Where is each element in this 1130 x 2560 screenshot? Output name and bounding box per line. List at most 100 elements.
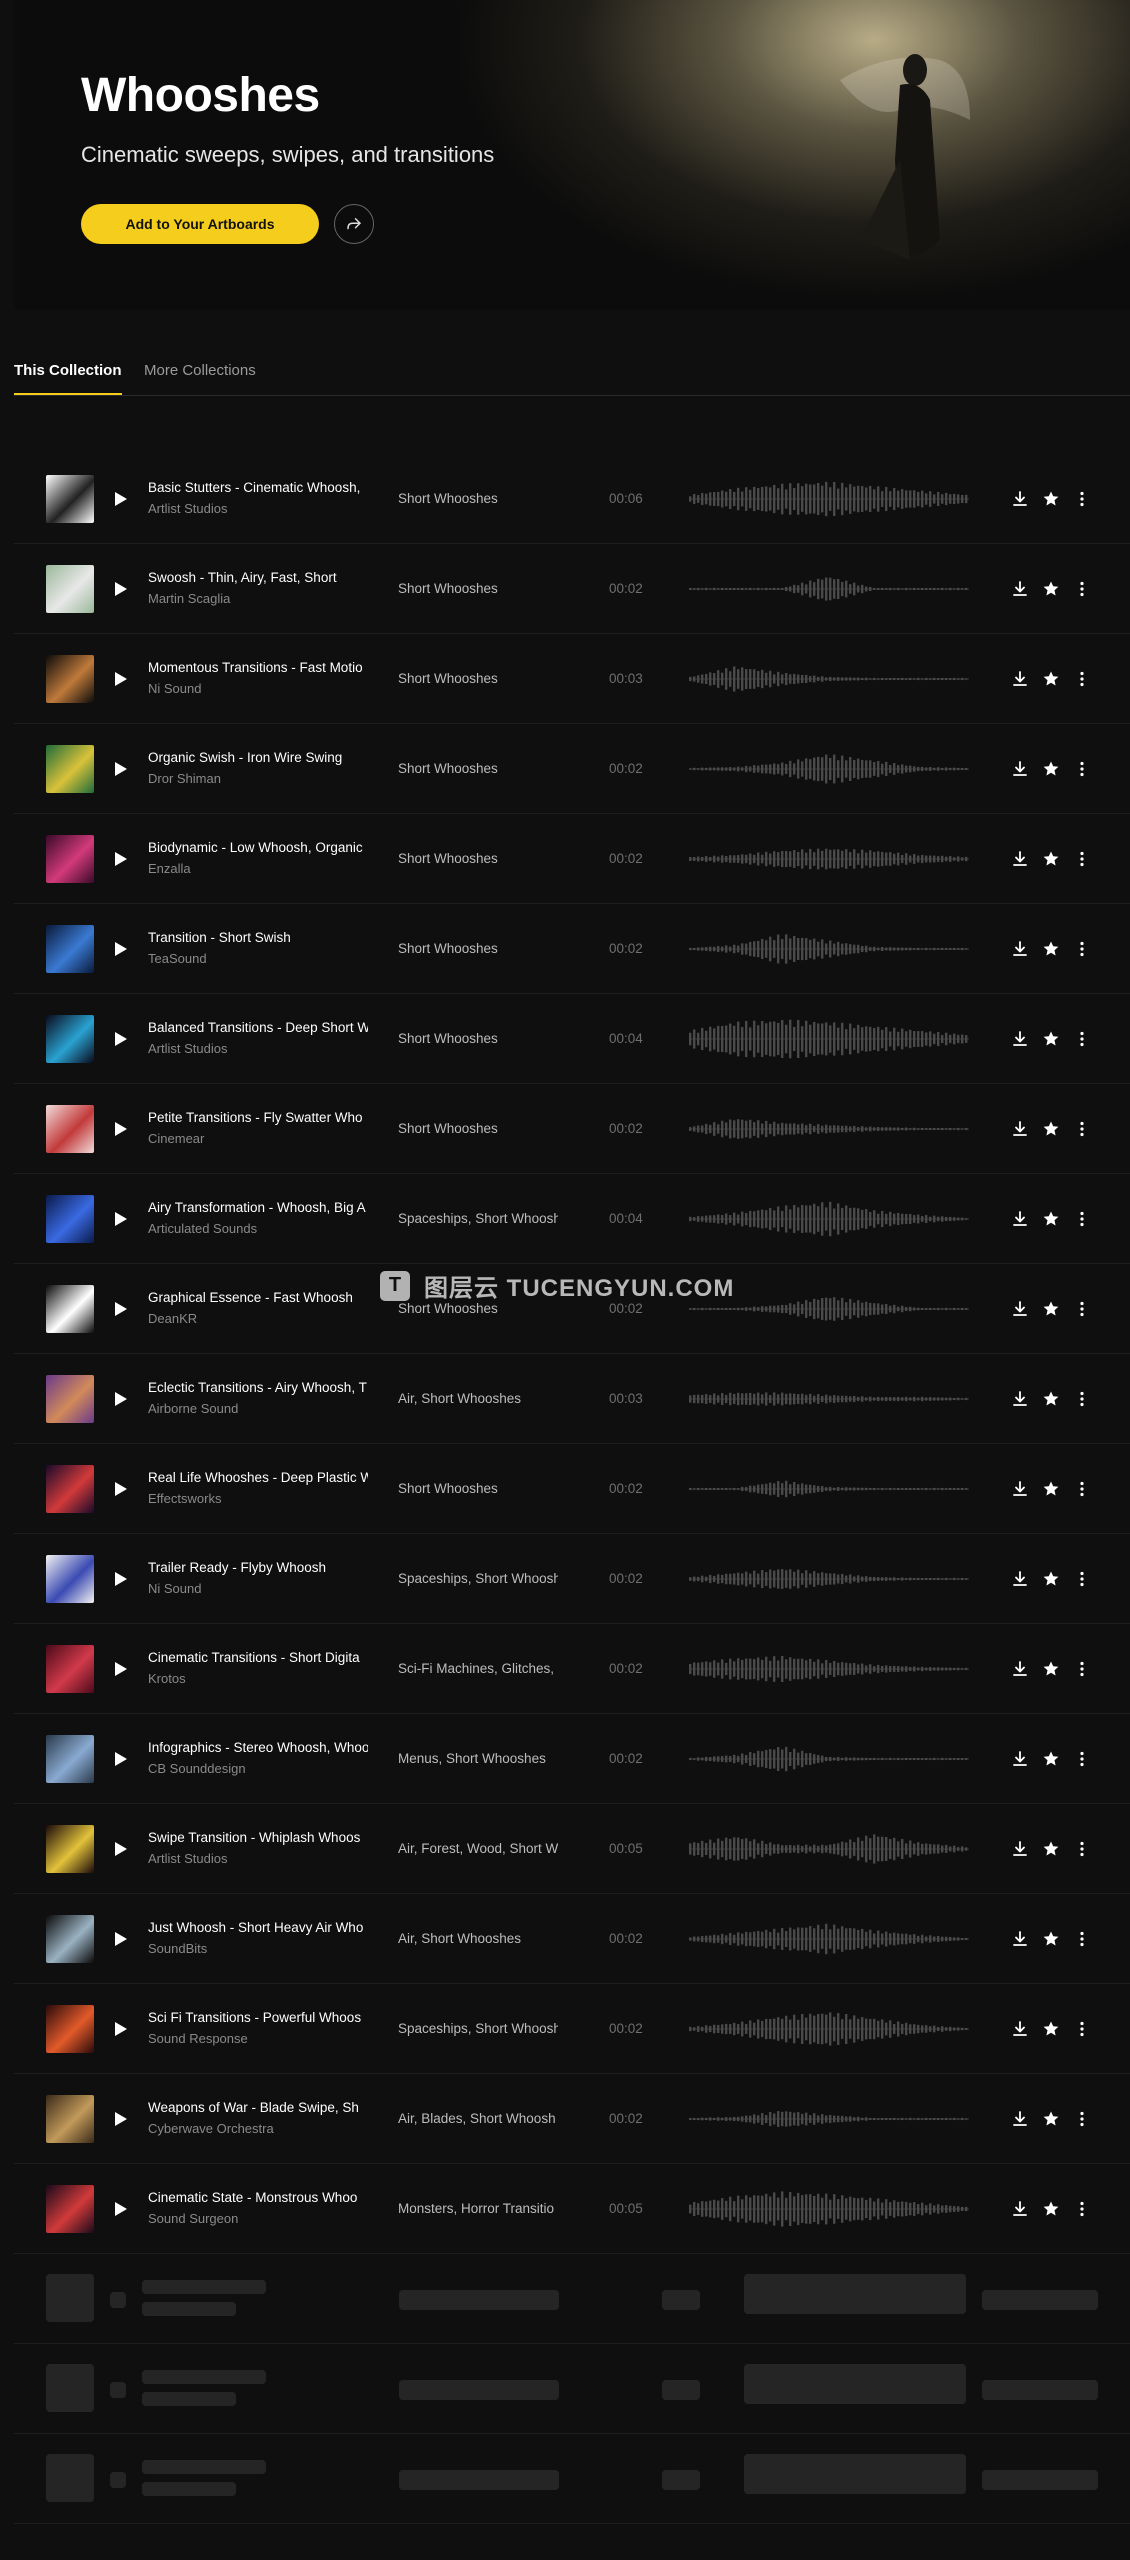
- track-artist[interactable]: Artlist Studios: [148, 501, 368, 516]
- more-options-icon[interactable]: [1073, 1120, 1091, 1138]
- track-artist[interactable]: Ni Sound: [148, 681, 368, 696]
- track-artist[interactable]: Sound Surgeon: [148, 2211, 368, 2226]
- track-artwork[interactable]: [46, 835, 94, 883]
- track-artist[interactable]: Dror Shiman: [148, 771, 368, 786]
- track-title[interactable]: Airy Transformation - Whoosh, Big A: [148, 1200, 368, 1215]
- play-icon[interactable]: [111, 1750, 129, 1768]
- favorite-star-icon[interactable]: [1042, 2110, 1060, 2128]
- track-artist[interactable]: Cyberwave Orchestra: [148, 2121, 368, 2136]
- play-icon[interactable]: [111, 850, 129, 868]
- track-title[interactable]: Swoosh - Thin, Airy, Fast, Short: [148, 570, 368, 585]
- track-waveform[interactable]: [689, 924, 969, 974]
- track-artwork[interactable]: [46, 925, 94, 973]
- track-title[interactable]: Just Whoosh - Short Heavy Air Who: [148, 1920, 368, 1935]
- favorite-star-icon[interactable]: [1042, 490, 1060, 508]
- track-tags[interactable]: Air, Short Whooshes: [398, 1931, 558, 1946]
- download-icon[interactable]: [1011, 2110, 1029, 2128]
- track-tags[interactable]: Monsters, Horror Transitio: [398, 2201, 558, 2216]
- track-waveform[interactable]: [689, 474, 969, 524]
- track-artwork[interactable]: [46, 1555, 94, 1603]
- track-tags[interactable]: Short Whooshes: [398, 1121, 558, 1136]
- download-icon[interactable]: [1011, 1030, 1029, 1048]
- download-icon[interactable]: [1011, 1210, 1029, 1228]
- play-icon[interactable]: [111, 490, 129, 508]
- track-row[interactable]: Biodynamic - Low Whoosh, Organic Enzalla S…: [14, 814, 1130, 904]
- favorite-star-icon[interactable]: [1042, 2200, 1060, 2218]
- favorite-star-icon[interactable]: [1042, 670, 1060, 688]
- track-waveform[interactable]: [689, 744, 969, 794]
- more-options-icon[interactable]: [1073, 2200, 1091, 2218]
- track-artwork[interactable]: [46, 565, 94, 613]
- track-row[interactable]: Sci Fi Transitions - Powerful Whoos Sound…: [14, 1984, 1130, 2074]
- track-title[interactable]: Sci Fi Transitions - Powerful Whoos: [148, 2010, 368, 2025]
- more-options-icon[interactable]: [1073, 1480, 1091, 1498]
- track-row[interactable]: Swipe Transition - Whiplash Whoos Artlist…: [14, 1804, 1130, 1894]
- track-waveform[interactable]: [689, 2004, 969, 2054]
- track-row[interactable]: Cinematic Transitions - Short Digita Krot…: [14, 1624, 1130, 1714]
- play-icon[interactable]: [111, 1300, 129, 1318]
- track-row[interactable]: Infographics - Stereo Whoosh, Whoo CB Sou…: [14, 1714, 1130, 1804]
- track-artist[interactable]: Artlist Studios: [148, 1851, 368, 1866]
- favorite-star-icon[interactable]: [1042, 760, 1060, 778]
- track-waveform[interactable]: [689, 1374, 969, 1424]
- track-tags[interactable]: Sci-Fi Machines, Glitches,: [398, 1661, 558, 1676]
- more-options-icon[interactable]: [1073, 1840, 1091, 1858]
- more-options-icon[interactable]: [1073, 1750, 1091, 1768]
- track-artist[interactable]: DeanKR: [148, 1311, 368, 1326]
- favorite-star-icon[interactable]: [1042, 1210, 1060, 1228]
- track-title[interactable]: Eclectic Transitions - Airy Whoosh, T: [148, 1380, 368, 1395]
- more-options-icon[interactable]: [1073, 940, 1091, 958]
- track-artwork[interactable]: [46, 2185, 94, 2233]
- more-options-icon[interactable]: [1073, 760, 1091, 778]
- more-options-icon[interactable]: [1073, 1300, 1091, 1318]
- play-icon[interactable]: [111, 1570, 129, 1588]
- track-waveform[interactable]: [689, 1644, 969, 1694]
- track-artwork[interactable]: [46, 1465, 94, 1513]
- track-waveform[interactable]: [689, 2094, 969, 2144]
- track-waveform[interactable]: [689, 2184, 969, 2234]
- play-icon[interactable]: [111, 760, 129, 778]
- favorite-star-icon[interactable]: [1042, 1030, 1060, 1048]
- track-artwork[interactable]: [46, 1915, 94, 1963]
- track-tags[interactable]: Short Whooshes: [398, 941, 558, 956]
- track-row[interactable]: Petite Transitions - Fly Swatter Who Cine…: [14, 1084, 1130, 1174]
- play-icon[interactable]: [111, 940, 129, 958]
- play-icon[interactable]: [111, 1210, 129, 1228]
- play-icon[interactable]: [111, 1390, 129, 1408]
- track-title[interactable]: Cinematic Transitions - Short Digita: [148, 1650, 368, 1665]
- track-tags[interactable]: Air, Short Whooshes: [398, 1391, 558, 1406]
- track-title[interactable]: Real Life Whooshes - Deep Plastic W: [148, 1470, 368, 1485]
- favorite-star-icon[interactable]: [1042, 580, 1060, 598]
- track-artwork[interactable]: [46, 655, 94, 703]
- track-waveform[interactable]: [689, 564, 969, 614]
- track-artist[interactable]: SoundBits: [148, 1941, 368, 1956]
- track-title[interactable]: Basic Stutters - Cinematic Whoosh,: [148, 480, 368, 495]
- track-title[interactable]: Weapons of War - Blade Swipe, Sh: [148, 2100, 368, 2115]
- download-icon[interactable]: [1011, 490, 1029, 508]
- track-tags[interactable]: Short Whooshes: [398, 1301, 558, 1316]
- track-artist[interactable]: Airborne Sound: [148, 1401, 368, 1416]
- track-title[interactable]: Cinematic State - Monstrous Whoo: [148, 2190, 368, 2205]
- track-artist[interactable]: Sound Response: [148, 2031, 368, 2046]
- play-icon[interactable]: [111, 580, 129, 598]
- track-artwork[interactable]: [46, 1015, 94, 1063]
- favorite-star-icon[interactable]: [1042, 940, 1060, 958]
- download-icon[interactable]: [1011, 1390, 1029, 1408]
- download-icon[interactable]: [1011, 760, 1029, 778]
- track-waveform[interactable]: [689, 1104, 969, 1154]
- favorite-star-icon[interactable]: [1042, 1300, 1060, 1318]
- tab-more-collections[interactable]: More Collections: [144, 362, 256, 393]
- add-to-artboards-button[interactable]: Add to Your Artboards: [81, 204, 319, 244]
- track-title[interactable]: Biodynamic - Low Whoosh, Organic: [148, 840, 368, 855]
- track-artwork[interactable]: [46, 1375, 94, 1423]
- track-artist[interactable]: Effectsworks: [148, 1491, 368, 1506]
- favorite-star-icon[interactable]: [1042, 850, 1060, 868]
- track-tags[interactable]: Air, Forest, Wood, Short W: [398, 1841, 558, 1856]
- play-icon[interactable]: [111, 1840, 129, 1858]
- favorite-star-icon[interactable]: [1042, 1390, 1060, 1408]
- favorite-star-icon[interactable]: [1042, 1570, 1060, 1588]
- play-icon[interactable]: [111, 2020, 129, 2038]
- track-waveform[interactable]: [689, 834, 969, 884]
- track-title[interactable]: Graphical Essence - Fast Whoosh: [148, 1290, 368, 1305]
- favorite-star-icon[interactable]: [1042, 1840, 1060, 1858]
